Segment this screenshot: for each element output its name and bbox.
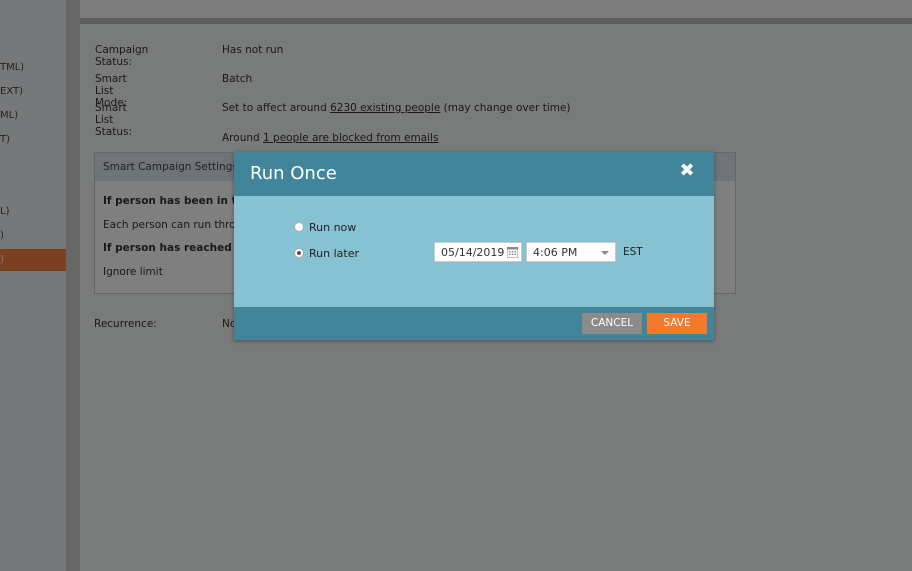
dialog-footer: CANCEL SAVE xyxy=(234,307,714,340)
dialog-header: Run Once ✖ xyxy=(234,152,714,196)
run-later-option[interactable]: Run later xyxy=(294,247,359,260)
time-select[interactable]: 4:06 PM xyxy=(526,242,616,262)
chevron-down-icon[interactable] xyxy=(601,251,609,255)
run-now-radio[interactable] xyxy=(294,222,304,232)
time-value: 4:06 PM xyxy=(533,246,578,259)
run-later-label: Run later xyxy=(309,247,359,260)
save-button[interactable]: SAVE xyxy=(647,313,707,334)
run-now-option[interactable]: Run now xyxy=(294,221,356,234)
close-icon[interactable]: ✖ xyxy=(678,162,696,180)
dialog-title: Run Once xyxy=(250,163,337,184)
run-once-dialog: Run Once ✖ Run now Run later 05/14/2019 … xyxy=(234,152,714,340)
cancel-button[interactable]: CANCEL xyxy=(582,313,642,334)
calendar-icon[interactable] xyxy=(507,247,518,258)
run-now-label: Run now xyxy=(309,221,357,234)
date-field[interactable]: 05/14/2019 xyxy=(434,242,522,262)
timezone-label: EST xyxy=(623,246,643,258)
date-value: 05/14/2019 xyxy=(441,246,505,259)
run-later-radio[interactable] xyxy=(294,248,304,258)
